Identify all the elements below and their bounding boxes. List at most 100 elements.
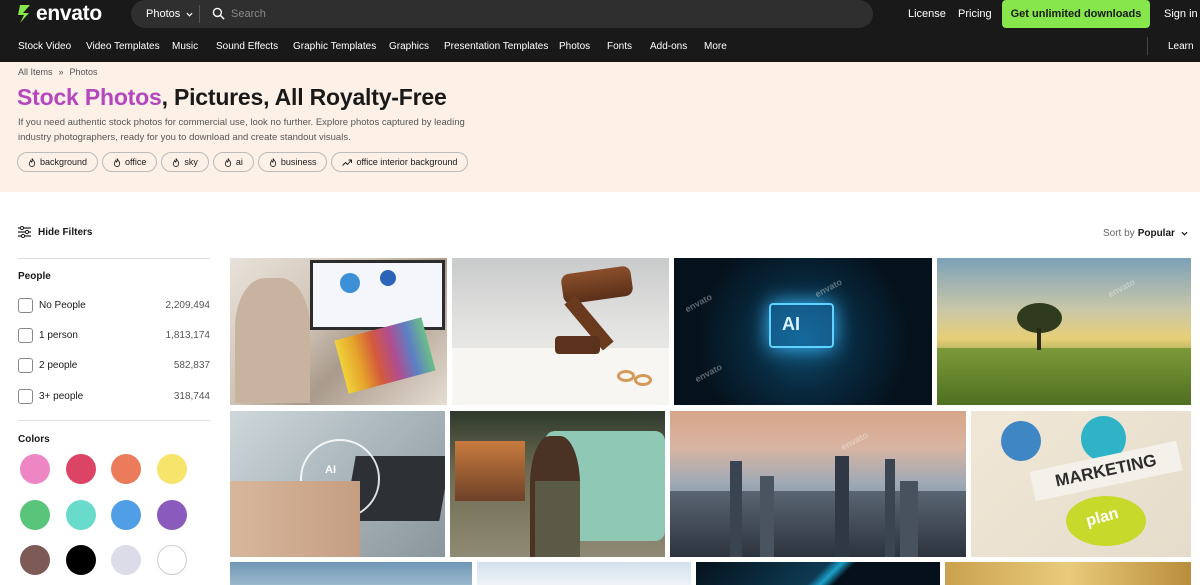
color-swatch-white[interactable] [157, 545, 187, 575]
color-swatch-teal[interactable] [66, 500, 96, 530]
color-swatch-yellow[interactable] [157, 454, 187, 484]
tag-label: office interior background [356, 157, 458, 167]
nav-add-ons[interactable]: Add-ons [650, 41, 687, 52]
watermark: envato [813, 276, 844, 300]
nav-graphic-templates[interactable]: Graphic Templates [293, 41, 376, 52]
photo-row3-light[interactable] [477, 562, 691, 585]
tag-label: ai [235, 157, 243, 167]
filter-count: 2,209,494 [165, 299, 211, 311]
color-swatch-red[interactable] [66, 454, 96, 484]
nav-photos[interactable]: Photos [559, 41, 590, 52]
nav-learn[interactable]: Learn [1168, 41, 1194, 52]
sort-prefix: Sort by [1103, 228, 1135, 239]
breadcrumb: All Items » Photos [18, 67, 98, 77]
chevron-down-icon [1181, 231, 1188, 236]
checkbox[interactable] [18, 357, 33, 373]
hero-banner: All Items » Photos Stock Photos, Picture… [0, 62, 1200, 192]
color-swatch-purple[interactable] [157, 500, 187, 530]
nav-presentation-templates[interactable]: Presentation Templates [444, 41, 548, 52]
watermark: envato [683, 291, 714, 315]
filter-count: 318,744 [173, 390, 210, 402]
photo-sunrise-hill[interactable]: envato [937, 258, 1191, 405]
nav-sound-effects[interactable]: Sound Effects [216, 41, 278, 52]
photo-row3-abstract[interactable] [696, 562, 940, 585]
breadcrumb-photos[interactable]: Photos [70, 67, 98, 77]
color-swatch-pink[interactable] [20, 454, 50, 484]
photo-marketing-plan[interactable]: MARKETING plan [971, 411, 1191, 557]
envato-logo[interactable]: envato [17, 2, 102, 26]
pricing-link[interactable]: Pricing [958, 8, 992, 20]
nav-music[interactable]: Music [172, 41, 198, 52]
flame-icon [173, 157, 180, 167]
photo-designer-color-swatches[interactable] [230, 258, 447, 405]
filter-label: 2 people [39, 359, 78, 371]
filter-1-person[interactable]: 1 person 1,813,174 [18, 327, 210, 343]
envato-leaf-icon [18, 5, 30, 23]
sort-value: Popular [1137, 228, 1175, 239]
breadcrumb-all-items[interactable]: All Items [18, 67, 53, 77]
popular-tags: background office sky ai business office… [17, 152, 469, 172]
photo-ai-chip[interactable]: AI envato envato envato [674, 258, 932, 405]
tag-ai[interactable]: ai [212, 152, 254, 172]
photo-ai-hologram-laptop[interactable]: AI [230, 411, 445, 557]
nav-divider [1147, 37, 1148, 55]
color-swatch-lavender[interactable] [111, 545, 141, 575]
filter-count: 1,813,174 [165, 329, 211, 341]
category-nav: Stock Video Video Templates Music Sound … [0, 29, 1200, 62]
search-divider [199, 5, 200, 23]
people-filter-title: People [18, 271, 51, 282]
flame-icon [269, 157, 277, 167]
nav-more[interactable]: More [704, 41, 727, 52]
flame-icon [113, 157, 121, 167]
flame-icon [224, 157, 232, 167]
chevron-down-icon [186, 12, 193, 17]
tag-office[interactable]: office [102, 152, 158, 172]
tag-label: business [280, 157, 317, 167]
color-swatch-brown[interactable] [20, 545, 50, 575]
photo-row3-sky[interactable] [230, 562, 472, 585]
watermark: envato [1106, 276, 1137, 300]
photo-judge-gavel[interactable] [452, 258, 669, 405]
hide-filters-button[interactable]: Hide Filters [18, 226, 92, 238]
color-swatch-blue[interactable] [111, 500, 141, 530]
breadcrumb-separator: » [58, 67, 64, 77]
nav-stock-video[interactable]: Stock Video [18, 41, 71, 52]
search-icon[interactable] [212, 7, 225, 20]
filter-no-people[interactable]: No People 2,209,494 [18, 297, 210, 313]
photo-city-skyline[interactable]: envato [670, 411, 966, 557]
tag-business[interactable]: business [257, 152, 328, 172]
nav-fonts[interactable]: Fonts [607, 41, 632, 52]
sign-in-link[interactable]: Sign in [1164, 8, 1198, 20]
checkbox[interactable] [18, 388, 33, 404]
hide-filters-label: Hide Filters [38, 226, 93, 238]
color-swatch-orange[interactable] [111, 454, 141, 484]
watermark: envato [693, 361, 724, 385]
checkbox[interactable] [18, 327, 33, 343]
checkbox[interactable] [18, 297, 33, 313]
filter-3-plus-people[interactable]: 3+ people 318,744 [18, 388, 210, 404]
search-scope-dropdown[interactable]: Photos [146, 0, 193, 28]
tag-label: background [40, 157, 88, 167]
page-title-rest: , Pictures, All Royalty-Free [161, 84, 447, 110]
search-scope-label: Photos [146, 8, 181, 20]
color-swatch-green[interactable] [20, 500, 50, 530]
tag-sky[interactable]: sky [161, 152, 209, 172]
photo-row3-gold[interactable] [945, 562, 1191, 585]
tag-office-interior-background[interactable]: office interior background [331, 152, 469, 172]
license-link[interactable]: License [908, 8, 946, 20]
nav-graphics[interactable]: Graphics [389, 41, 429, 52]
get-unlimited-downloads-button[interactable]: Get unlimited downloads [1002, 0, 1150, 28]
colors-filter-title: Colors [18, 434, 50, 445]
color-swatch-black[interactable] [66, 545, 96, 575]
top-bar: envato Photos License Pricing Get unlimi… [0, 0, 1200, 29]
filter-divider [18, 420, 210, 421]
nav-video-templates[interactable]: Video Templates [86, 41, 160, 52]
filter-2-people[interactable]: 2 people 582,837 [18, 357, 210, 373]
logo-text: envato [36, 2, 102, 25]
sort-dropdown[interactable]: Sort by Popular [1103, 228, 1188, 239]
page-description: If you need authentic stock photos for c… [18, 117, 465, 143]
photo-street-food-truck[interactable] [450, 411, 665, 557]
tag-background[interactable]: background [17, 152, 99, 172]
search-input[interactable] [231, 4, 851, 24]
page-title: Stock Photos, Pictures, All Royalty-Free [17, 84, 447, 111]
